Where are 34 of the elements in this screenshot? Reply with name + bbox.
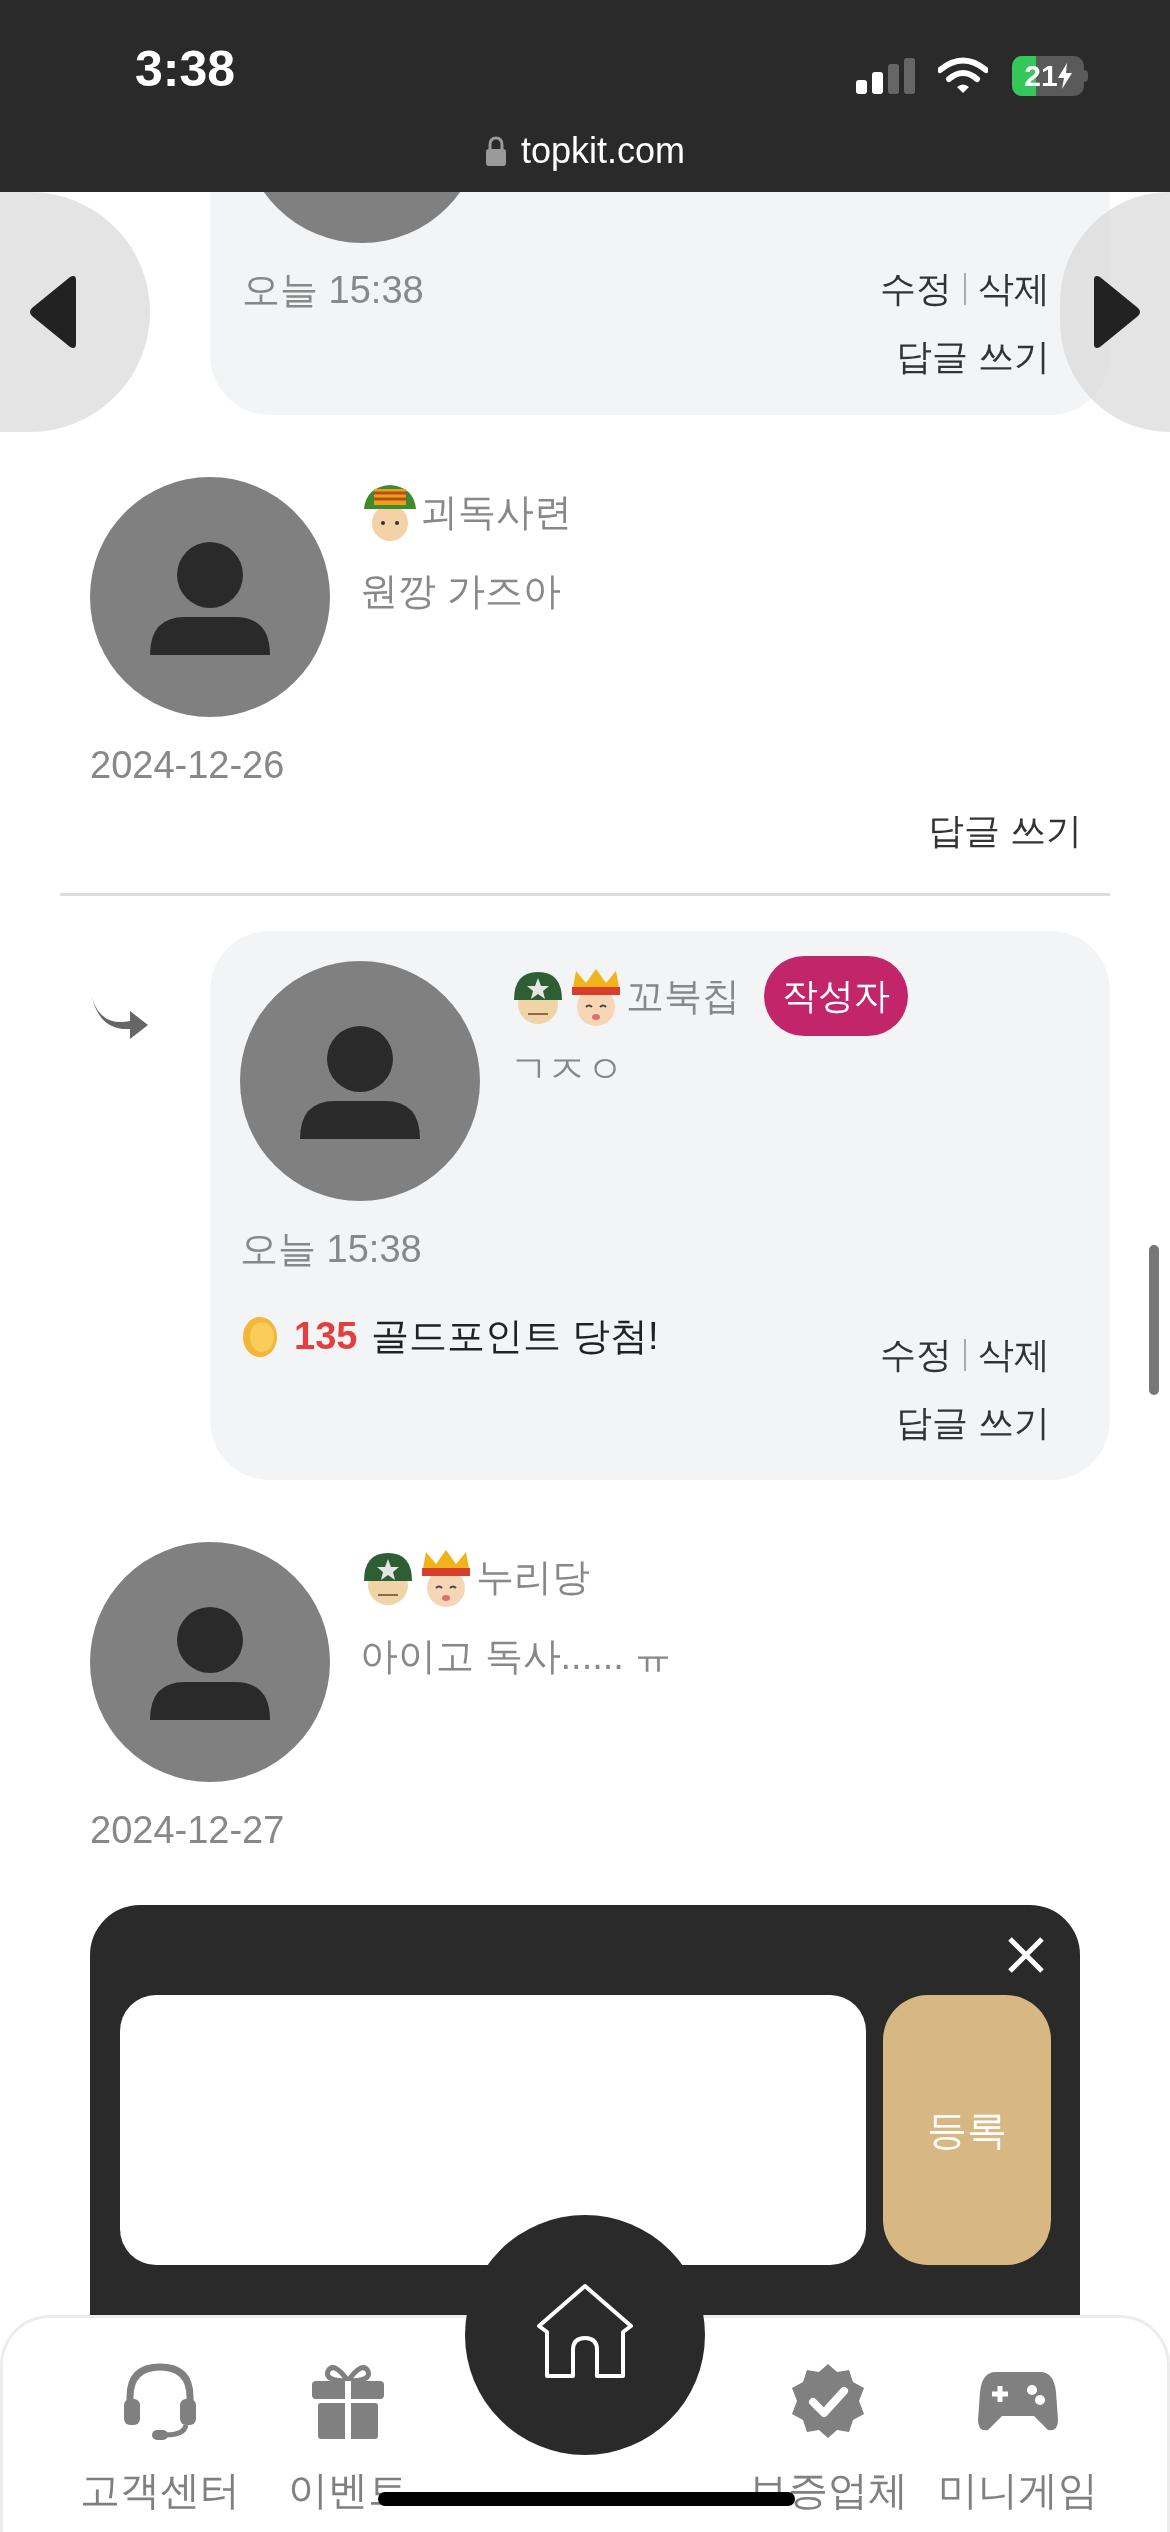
- comment-text: ㄱㅈㅇ: [510, 1047, 625, 1092]
- reward-amount: 135: [294, 1314, 358, 1359]
- comment-action-link[interactable]: 삭제: [978, 262, 1050, 316]
- nav-item[interactable]: 고객센터: [50, 2356, 270, 2520]
- comment-date: 오늘 15:38: [242, 268, 424, 313]
- reply-link[interactable]: 답글 쓰기: [896, 330, 1050, 384]
- author-tag: 작성자: [764, 956, 908, 1036]
- reply-link[interactable]: 답글 쓰기: [928, 804, 1082, 858]
- signal-icon: [856, 58, 916, 94]
- wifi-icon: [938, 57, 988, 95]
- comment-input[interactable]: [120, 1995, 866, 2265]
- comment-date: 2024-12-26: [90, 744, 285, 786]
- reward-text: 골드포인트 당첨!: [371, 1314, 659, 1359]
- comment-date: 오늘 15:38: [240, 1228, 422, 1270]
- charging-bolt-icon: [1057, 63, 1072, 89]
- headset-icon: [122, 2361, 198, 2441]
- close-button[interactable]: [1006, 1935, 1046, 1975]
- lock-icon: [484, 136, 507, 166]
- status-time: 3:38: [135, 44, 236, 94]
- author-name: 누리당: [476, 1554, 590, 1600]
- url-text: topkit.com: [520, 129, 686, 173]
- comment-text: 아이고 독사...... ㅠ: [360, 1634, 673, 1679]
- verified-badge-icon: [789, 2362, 867, 2440]
- author-name: 꼬북칩: [626, 973, 740, 1019]
- reply-link[interactable]: 답글 쓰기: [896, 1396, 1050, 1450]
- comment-action-link[interactable]: 수정: [880, 1328, 952, 1382]
- close-icon: [1006, 1935, 1046, 1975]
- comment-action-link[interactable]: 수정: [880, 262, 952, 316]
- comment-date: 2024-12-27: [90, 1809, 285, 1851]
- author-name: 괴독사련: [420, 489, 572, 535]
- comment-text: 원깡 가즈아: [360, 569, 562, 614]
- nav-item[interactable]: 미니게임: [908, 2356, 1128, 2520]
- coin-icon: [240, 1314, 280, 1359]
- comment-action-link[interactable]: 삭제: [978, 1328, 1050, 1382]
